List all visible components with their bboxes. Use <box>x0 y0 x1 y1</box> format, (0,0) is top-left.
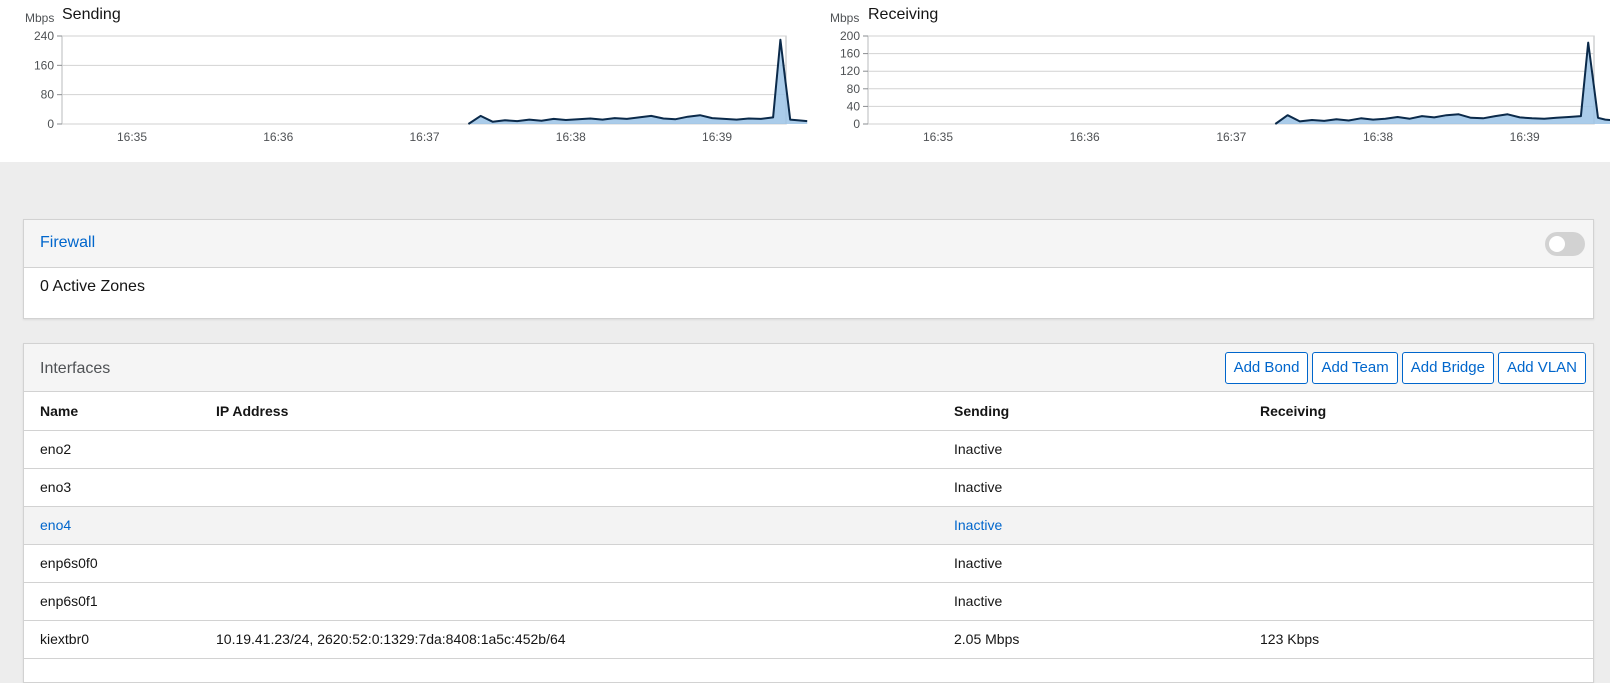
table-row[interactable]: enp6s0f1 Inactive <box>24 582 1593 621</box>
table-row[interactable]: eno2 Inactive <box>24 430 1593 469</box>
y-tick-label: 160 <box>34 58 54 72</box>
table-header-row: Name IP Address Sending Receiving <box>24 392 1593 431</box>
interfaces-title: Interfaces <box>40 360 111 377</box>
x-tick-label: 16:39 <box>1510 130 1540 144</box>
y-tick-label: 120 <box>840 64 860 78</box>
column-header-receiving[interactable]: Receiving <box>1244 392 1593 431</box>
y-tick-label: 160 <box>840 47 860 61</box>
y-tick-label: 240 <box>34 29 54 43</box>
table-row-hovered[interactable]: eno4 Inactive <box>24 506 1593 545</box>
interface-ip <box>200 468 938 507</box>
interface-ip <box>200 544 938 583</box>
sending-chart-svg: 240 160 80 0 16:35 16:36 16:37 16:38 16:39 <box>34 29 808 144</box>
interfaces-panel: Interfaces Add Bond Add Team Add Bridge … <box>23 343 1594 683</box>
x-tick-label: 16:38 <box>556 130 586 144</box>
interface-receiving <box>1244 506 1593 545</box>
toggle-knob <box>1549 236 1565 252</box>
interface-sending: 2.05 Mbps <box>938 620 1244 659</box>
plot-frame <box>867 35 1595 125</box>
y-tick-label: 0 <box>47 117 54 131</box>
column-header-sending[interactable]: Sending <box>938 392 1244 431</box>
y-tick-label: 200 <box>840 29 860 43</box>
interfaces-panel-heading: Interfaces Add Bond Add Team Add Bridge … <box>24 344 1593 392</box>
x-tick-label: 16:37 <box>410 130 440 144</box>
interface-sending: Inactive <box>938 468 1244 507</box>
interface-name: eno2 <box>24 430 200 469</box>
firewall-link[interactable]: Firewall <box>40 234 95 252</box>
firewall-toggle[interactable] <box>1545 232 1585 256</box>
firewall-panel: Firewall 0 Active Zones <box>23 219 1594 319</box>
interface-name: enp6s0f1 <box>24 582 200 621</box>
add-vlan-button[interactable]: Add VLAN <box>1497 352 1586 384</box>
active-zones-text: 0 Active Zones <box>40 278 145 295</box>
column-header-name[interactable]: Name <box>24 392 200 431</box>
x-tick-label: 16:36 <box>263 130 293 144</box>
table-row[interactable]: enp6s0f0 Inactive <box>24 544 1593 583</box>
interface-receiving <box>1244 468 1593 507</box>
y-tick-label: 0 <box>853 117 860 131</box>
x-tick-label: 16:39 <box>702 130 732 144</box>
interface-name: kiextbr0 <box>24 620 200 659</box>
interface-sending: Inactive <box>938 430 1244 469</box>
add-bond-button[interactable]: Add Bond <box>1224 352 1309 384</box>
x-tick-label: 16:37 <box>1216 130 1246 144</box>
firewall-panel-heading: Firewall <box>24 220 1593 268</box>
network-graphs: Mbps Sending 240 160 80 0 16:35 16:36 16:37 16:… <box>0 0 1610 162</box>
interface-name: eno3 <box>24 468 200 507</box>
column-header-ip[interactable]: IP Address <box>200 392 938 431</box>
receiving-chart-svg: 200 160 120 80 40 0 16:35 16:36 16:37 16:38 16:39 <box>840 29 1610 144</box>
plot-frame <box>61 35 787 125</box>
interface-sending: Inactive <box>938 544 1244 583</box>
interface-actions: Add Bond Add Team Add Bridge Add VLAN <box>1224 352 1586 384</box>
interface-ip <box>200 430 938 469</box>
x-tick-label: 16:35 <box>117 130 147 144</box>
receiving-graph: Mbps Receiving 200 160 120 80 40 0 16:35 16:36 1… <box>804 0 1610 162</box>
interface-ip <box>200 582 938 621</box>
y-tick-label: 40 <box>847 99 861 113</box>
table-row[interactable]: eno3 Inactive <box>24 468 1593 507</box>
x-tick-label: 16:35 <box>923 130 953 144</box>
interface-sending: Inactive <box>938 582 1244 621</box>
add-bridge-button[interactable]: Add Bridge <box>1401 352 1494 384</box>
y-tick-label: 80 <box>41 88 55 102</box>
sending-graph: Mbps Sending 240 160 80 0 16:35 16:36 16:37 16:… <box>0 0 808 162</box>
interface-sending: Inactive <box>938 506 1244 545</box>
interface-receiving <box>1244 582 1593 621</box>
interface-name: enp6s0f0 <box>24 544 200 583</box>
interface-receiving <box>1244 544 1593 583</box>
interface-ip: 10.19.41.23/24, 2620:52:0:1329:7da:8408:… <box>200 620 938 659</box>
interface-receiving: 123 Kbps <box>1244 620 1593 659</box>
add-team-button[interactable]: Add Team <box>1312 352 1398 384</box>
interface-name: eno4 <box>24 506 200 545</box>
x-tick-label: 16:36 <box>1070 130 1100 144</box>
table-row[interactable]: kiextbr0 10.19.41.23/24, 2620:52:0:1329:… <box>24 620 1593 659</box>
interface-receiving <box>1244 430 1593 469</box>
x-tick-label: 16:38 <box>1363 130 1393 144</box>
interfaces-table: Name IP Address Sending Receiving eno2 I… <box>24 392 1593 659</box>
y-tick-label: 80 <box>847 82 861 96</box>
interface-ip <box>200 506 938 545</box>
